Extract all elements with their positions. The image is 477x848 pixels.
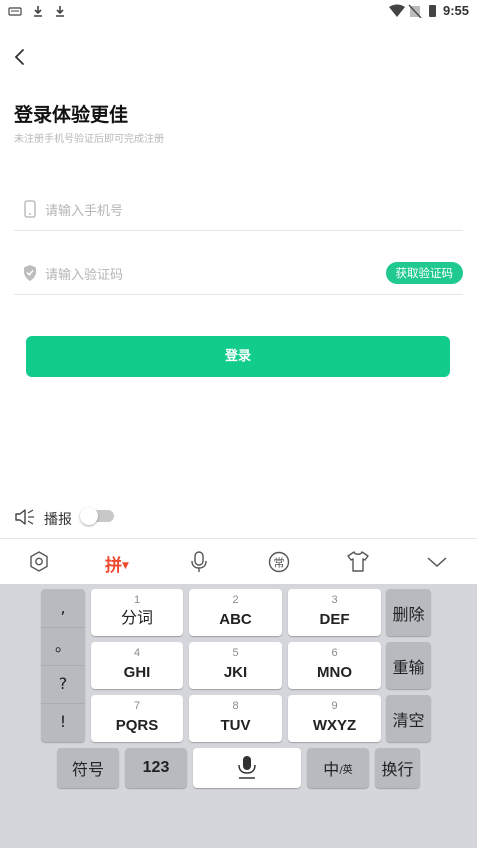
system-icons xyxy=(389,4,436,18)
microphone-icon[interactable] xyxy=(188,549,210,575)
key-6[interactable]: 6 MNO xyxy=(288,642,381,689)
key-5[interactable]: 5 JKI xyxy=(189,642,282,689)
reinput-key[interactable]: 重输 xyxy=(386,642,431,689)
settings-hexagon-icon[interactable] xyxy=(28,549,50,575)
key-7[interactable]: 7 PQRS xyxy=(91,695,183,742)
clear-key[interactable]: 清空 xyxy=(386,695,431,742)
key-9[interactable]: 9 WXYZ xyxy=(288,695,381,742)
language-switch-key[interactable]: 中/英 xyxy=(307,748,369,788)
punctuation-column: , 。 ? ! xyxy=(41,589,85,742)
get-code-button[interactable]: 获取验证码 xyxy=(385,262,463,284)
punct-key-question[interactable]: ? xyxy=(41,665,85,704)
speaker-icon xyxy=(15,509,34,525)
newline-key[interactable]: 换行 xyxy=(375,748,420,788)
collapse-keyboard-icon[interactable] xyxy=(426,549,448,575)
clock: 9:55 xyxy=(442,3,469,18)
broadcast-toggle[interactable] xyxy=(80,507,114,525)
voice-input-icon xyxy=(238,756,256,779)
phone-icon xyxy=(24,200,36,218)
shield-icon xyxy=(24,265,36,281)
phone-placeholder: 请输入手机号 xyxy=(45,204,124,219)
delete-key[interactable]: 删除 xyxy=(386,589,431,636)
back-arrow-icon[interactable] xyxy=(10,46,32,68)
punct-key-comma[interactable]: , xyxy=(41,589,85,628)
punct-key-period[interactable]: 。 xyxy=(41,627,85,666)
key-2[interactable]: 2 ABC xyxy=(189,589,282,636)
caret-down-icon: ▼ xyxy=(122,561,129,571)
key-4[interactable]: 4 GHI xyxy=(91,642,183,689)
space-voice-key[interactable] xyxy=(193,748,301,788)
status-bar: 9:55 xyxy=(0,0,477,22)
punct-key-exclaim[interactable]: ! xyxy=(41,703,85,741)
code-placeholder: 请输入验证码 xyxy=(45,268,124,283)
svg-text:常: 常 xyxy=(274,557,285,570)
phone-field[interactable]: 请输入手机号 xyxy=(14,190,463,231)
skin-theme-icon[interactable] xyxy=(345,549,371,575)
number-key[interactable]: 123 xyxy=(125,748,187,788)
notification-icons xyxy=(8,6,64,17)
page-subtitle: 未注册手机号验证后即可完成注册 xyxy=(14,134,164,145)
pinyin-mode-button[interactable]: 拼▼ xyxy=(105,551,129,577)
verification-code-field[interactable]: 请输入验证码 获取验证码 xyxy=(14,254,463,295)
key-1[interactable]: 1 分词 xyxy=(91,589,183,636)
key-8[interactable]: 8 TUV xyxy=(189,695,282,742)
broadcast-label: 播报 xyxy=(44,512,72,528)
symbol-key[interactable]: 符号 xyxy=(57,748,119,788)
common-phrases-icon[interactable]: 常 xyxy=(267,549,291,575)
page-title: 登录体验更佳 xyxy=(14,104,129,126)
login-button[interactable]: 登录 xyxy=(26,336,450,377)
key-3[interactable]: 3 DEF xyxy=(288,589,381,636)
ime-toolbar: 拼▼ 常 xyxy=(0,538,477,585)
